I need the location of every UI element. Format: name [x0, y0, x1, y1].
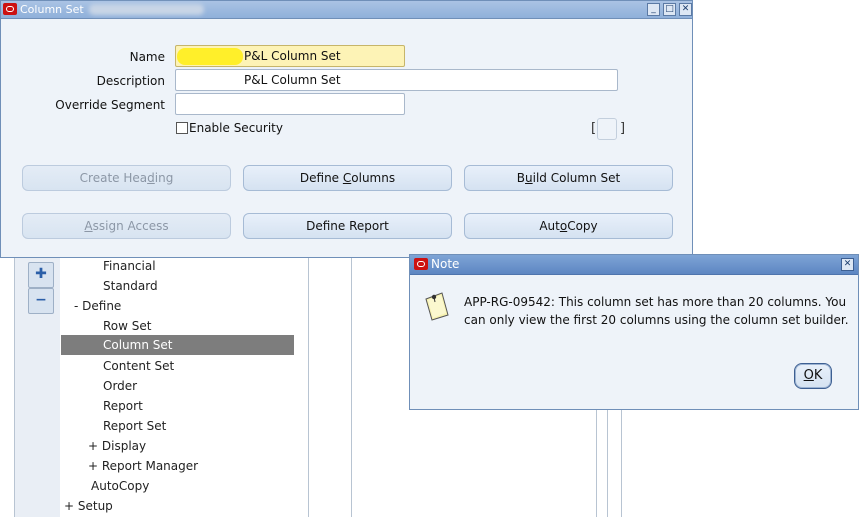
note-dialog: Note ✕ APP-RG-09542: This column set has…	[409, 254, 859, 410]
ok-button[interactable]: OK	[794, 363, 832, 389]
descriptive-flexfield-button[interactable]	[597, 118, 617, 140]
tree-item-setup[interactable]: + Setup	[64, 496, 113, 516]
description-field[interactable]: P&L Column Set	[175, 69, 618, 91]
window-title: Column Set	[20, 3, 84, 16]
tree-item-column-set[interactable]: Column Set	[61, 335, 294, 355]
navigator-scroll-column	[596, 400, 622, 517]
collapse-all-icon[interactable]: −	[28, 288, 54, 314]
create-heading-button[interactable]: Create Heading	[22, 165, 231, 191]
note-message: APP-RG-09542: This column set has more t…	[464, 295, 849, 327]
tree-item-report-set[interactable]: Report Set	[103, 416, 166, 436]
build-column-set-button[interactable]: Build Column Set	[464, 165, 673, 191]
tree-item-autocopy[interactable]: AutoCopy	[91, 476, 149, 496]
name-label: Name	[129, 50, 165, 64]
autocopy-button[interactable]: AutoCopy	[464, 213, 673, 239]
column-set-window: Column Set _ □ ✕ Name P&L Column Set Des…	[0, 0, 693, 258]
expand-all-icon[interactable]: ✚	[28, 262, 54, 288]
title-redacted-text	[89, 4, 204, 15]
name-redaction-highlight	[177, 48, 243, 65]
tree-item-report[interactable]: Report	[103, 396, 143, 416]
close-icon[interactable]: ✕	[841, 258, 854, 271]
note-title: Note	[431, 257, 460, 271]
tree-item-row-set[interactable]: Row Set	[103, 316, 151, 336]
bracket-open: [	[591, 121, 597, 136]
override-segment-label: Override Segment	[55, 98, 165, 112]
navigator-panel-divider	[308, 258, 352, 517]
navigator-scroll-divider	[607, 400, 608, 517]
minimize-icon[interactable]: _	[647, 3, 660, 16]
tree-item-content-set[interactable]: Content Set	[103, 356, 174, 376]
enable-security-label: Enable Security	[189, 121, 283, 135]
tree-item-order[interactable]: Order	[103, 376, 137, 396]
oracle-logo-icon	[3, 3, 17, 15]
oracle-logo-icon	[414, 258, 428, 270]
define-report-button[interactable]: Define Report	[243, 213, 452, 239]
maximize-icon[interactable]: □	[663, 3, 676, 16]
define-columns-button[interactable]: Define Columns	[243, 165, 452, 191]
navigator-tree: Financial Standard - Define Row Set Colu…	[60, 258, 295, 517]
tree-item-define[interactable]: - Define	[74, 296, 121, 316]
window-titlebar[interactable]: Column Set _ □ ✕	[1, 1, 692, 19]
assign-access-button[interactable]: Assign Access	[22, 213, 231, 239]
navigator-gap	[294, 258, 308, 517]
bracket-close: ]	[620, 121, 626, 136]
tree-item-financial[interactable]: Financial	[103, 256, 156, 276]
note-titlebar[interactable]: Note ✕	[410, 255, 858, 275]
note-paper-icon	[425, 292, 449, 321]
description-label: Description	[96, 74, 165, 88]
tree-item-standard[interactable]: Standard	[103, 276, 158, 296]
enable-security-checkbox[interactable]	[176, 122, 188, 134]
tree-item-display[interactable]: + Display	[88, 436, 146, 456]
close-icon[interactable]: ✕	[679, 3, 692, 16]
tree-item-report-manager[interactable]: + Report Manager	[88, 456, 198, 476]
override-segment-field[interactable]	[175, 93, 405, 115]
